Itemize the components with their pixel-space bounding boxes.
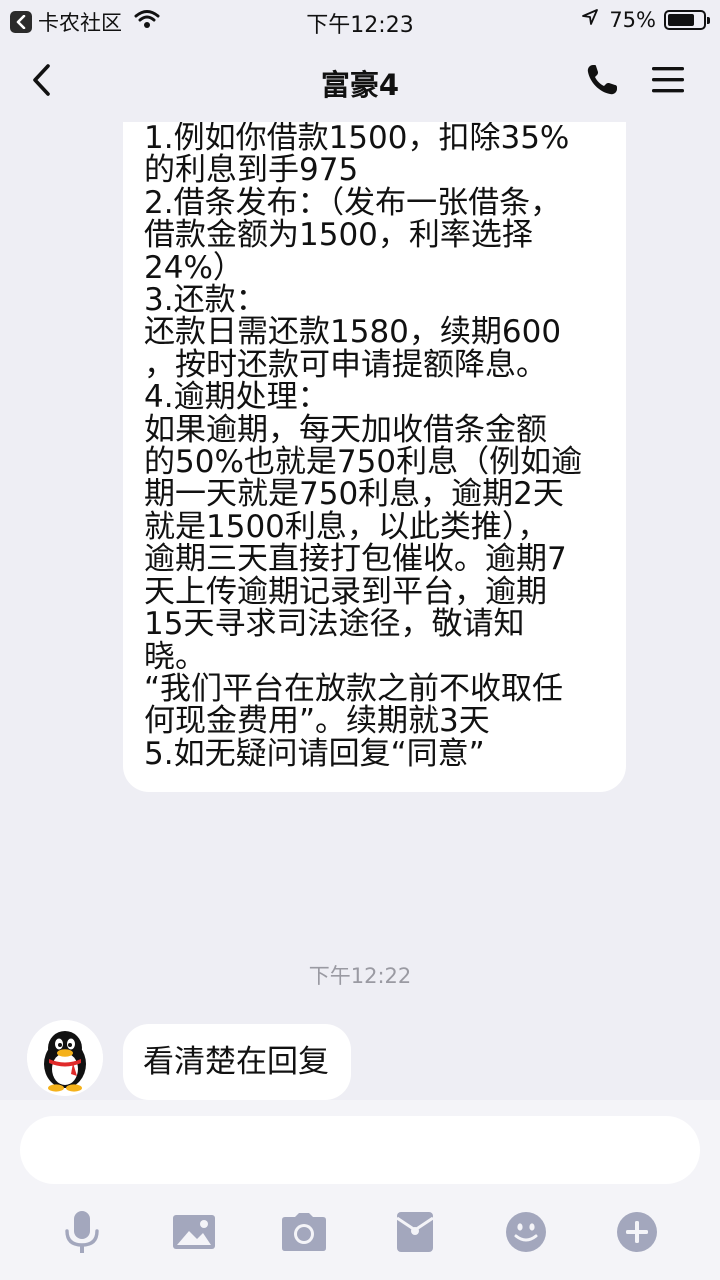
message-line: 天上传逾期记录到平台，逾期 <box>144 573 547 610</box>
message-line: 何现金费用”。续期就3天 <box>144 703 490 740</box>
battery-cap <box>707 16 710 24</box>
message-bubble-incoming[interactable]: 1.例如你借款1500，扣除35% 的利息到手975 2.借条发布：（发布一张借… <box>123 122 626 793</box>
menu-icon[interactable] <box>650 64 686 96</box>
phone-icon[interactable] <box>584 62 620 98</box>
plus-icon[interactable] <box>613 1208 661 1256</box>
nav-bar: 富豪4 <box>0 40 720 122</box>
message-line: 4.逾期处理： <box>144 379 329 416</box>
avatar[interactable] <box>27 1020 103 1096</box>
battery-fill <box>668 13 694 26</box>
status-right: 75% <box>581 7 710 32</box>
message-line: 15天寻求司法途径，敬请知 <box>144 606 525 643</box>
message-line: 24%） <box>144 249 244 286</box>
camera-icon[interactable] <box>280 1208 328 1256</box>
message-line: 借款金额为1500，利率选择 <box>144 217 533 254</box>
message-line: 晓。 <box>144 638 206 675</box>
message-timestamp: 下午12:22 <box>308 964 412 988</box>
message-line: ，按时还款可申请提额降息。 <box>144 346 547 383</box>
emoji-icon[interactable] <box>502 1208 550 1256</box>
chat-screen: 卡农社区 下午12:23 75% 富豪4 1.例如你借款1500，扣除35% 的… <box>0 0 720 1280</box>
message-line: 的利息到手975 <box>144 152 359 189</box>
input-toolbar <box>0 1200 720 1260</box>
message-line: “我们平台在放款之前不收取任 <box>144 670 564 707</box>
message-line: 期一天就是750利息，逾期2天 <box>144 476 564 513</box>
message-line: 3.还款： <box>144 282 267 319</box>
input-area <box>0 1100 720 1280</box>
microphone-icon[interactable] <box>58 1208 106 1256</box>
message-line: 5.如无疑问请回复“同意” <box>144 735 485 772</box>
message-line: 的50%也就是750利息（例如逾 <box>144 444 583 481</box>
message-line: 2.借条发布：（发布一张借条， <box>144 184 562 221</box>
message-line: 还款日需还款1580，续期600 <box>144 314 562 351</box>
message-line: 逾期三天直接打包催收。逾期7 <box>144 541 567 578</box>
qq-penguin-icon <box>27 1020 103 1096</box>
status-bar: 卡农社区 下午12:23 75% <box>0 0 720 40</box>
message-text: 看清楚在回复 <box>143 1044 329 1080</box>
message-line: 1.例如你借款1500，扣除35% <box>144 122 570 156</box>
chat-area[interactable]: 1.例如你借款1500，扣除35% 的利息到手975 2.借条发布：（发布一张借… <box>0 122 720 1100</box>
message-line: 如果逾期，每天加收借条金额 <box>144 411 547 448</box>
battery-percent: 75% <box>609 7 656 32</box>
message-line: 就是1500利息，以此类推）， <box>144 508 549 545</box>
location-arrow-icon <box>581 7 599 32</box>
image-icon[interactable] <box>170 1208 218 1256</box>
red-packet-icon[interactable] <box>391 1208 439 1256</box>
message-input[interactable] <box>20 1116 700 1184</box>
battery-icon <box>664 9 710 30</box>
message-bubble-incoming[interactable]: 看清楚在回复 <box>123 1024 351 1100</box>
